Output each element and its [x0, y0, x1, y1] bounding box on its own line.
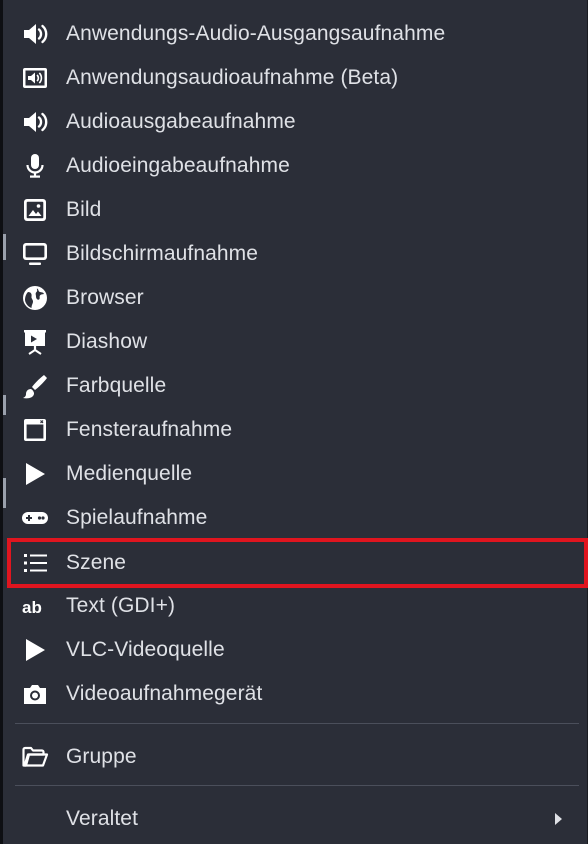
menu-item-application-audio-capture-beta[interactable]: Anwendungsaudioaufnahme (Beta) [6, 56, 586, 100]
menu-item-game-capture[interactable]: Spielaufnahme [6, 496, 586, 540]
play-icon [19, 634, 51, 666]
menu-item-slideshow[interactable]: Diashow [6, 320, 586, 364]
svg-text:ab: ab [22, 598, 42, 617]
menu-item-label: Medienquelle [66, 462, 193, 485]
menu-item-label: Anwendungsaudioaufnahme (Beta) [66, 66, 399, 89]
presentation-icon [19, 326, 51, 358]
image-icon [19, 194, 51, 226]
text-ab-icon: ab [19, 590, 51, 622]
menu-item-group[interactable]: Gruppe [6, 735, 586, 779]
menu-item-label: Fensteraufnahme [66, 418, 233, 441]
menu-item-label: Text (GDI+) [66, 594, 176, 617]
menu-item-deprecated[interactable]: Veraltet [6, 797, 586, 841]
menu-item-audio-output-capture[interactable]: Audioausgabeaufnahme [6, 100, 586, 144]
play-icon [19, 458, 51, 490]
menu-item-label: Spielaufnahme [66, 506, 208, 529]
menu-item-audio-input-capture[interactable]: Audioeingabeaufnahme [6, 144, 586, 188]
menu-item-application-audio-output-capture[interactable]: Anwendungs-Audio-Ausgangsaufnahme [6, 12, 586, 56]
speaker-icon [19, 106, 51, 138]
menu-item-label: Gruppe [66, 745, 137, 768]
menu-item-vlc-video-source[interactable]: VLC-Videoquelle [6, 628, 586, 672]
menu-item-label: Audioausgabeaufnahme [66, 110, 296, 133]
add-source-menu: Anwendungs-Audio-Ausgangsaufnahme Anwend… [0, 0, 588, 844]
menu-item-color-source[interactable]: Farbquelle [6, 364, 586, 408]
monitor-icon [19, 238, 51, 270]
menu-item-image[interactable]: Bild [6, 188, 586, 232]
menu-item-label: Szene [66, 551, 127, 574]
window-icon [19, 414, 51, 446]
gamepad-icon [19, 502, 51, 534]
globe-icon [19, 282, 51, 314]
menu-item-media-source[interactable]: Medienquelle [6, 452, 586, 496]
submenu-arrow-icon [555, 813, 562, 825]
menu-item-label: Veraltet [66, 807, 139, 830]
menu-item-label: Bild [66, 198, 102, 221]
menu-item-scene[interactable]: Szene [6, 538, 588, 588]
menu-item-label: VLC-Videoquelle [66, 638, 225, 661]
menu-item-label: Diashow [66, 330, 148, 353]
folder-open-icon [19, 741, 51, 773]
menu-item-label: Farbquelle [66, 374, 167, 397]
list-icon [19, 547, 51, 579]
menu-item-text-gdi[interactable]: ab Text (GDI+) [6, 584, 586, 628]
menu-item-label: Videoaufnahmegerät [66, 682, 263, 705]
microphone-icon [19, 150, 51, 182]
speaker-box-icon [19, 62, 51, 94]
menu-item-display-capture[interactable]: Bildschirmaufnahme [6, 232, 586, 276]
paintbrush-icon [19, 370, 51, 402]
menu-item-label: Anwendungs-Audio-Ausgangsaufnahme [66, 22, 446, 45]
menu-item-browser[interactable]: Browser [6, 276, 586, 320]
camera-icon [19, 678, 51, 710]
menu-separator [15, 723, 579, 724]
menu-separator [15, 785, 579, 786]
menu-item-window-capture[interactable]: Fensteraufnahme [6, 408, 586, 452]
menu-item-video-capture-device[interactable]: Videoaufnahmegerät [6, 672, 586, 716]
menu-item-label: Browser [66, 286, 144, 309]
speaker-icon [19, 18, 51, 50]
menu-item-label: Audioeingabeaufnahme [66, 154, 290, 177]
menu-item-label: Bildschirmaufnahme [66, 242, 259, 265]
